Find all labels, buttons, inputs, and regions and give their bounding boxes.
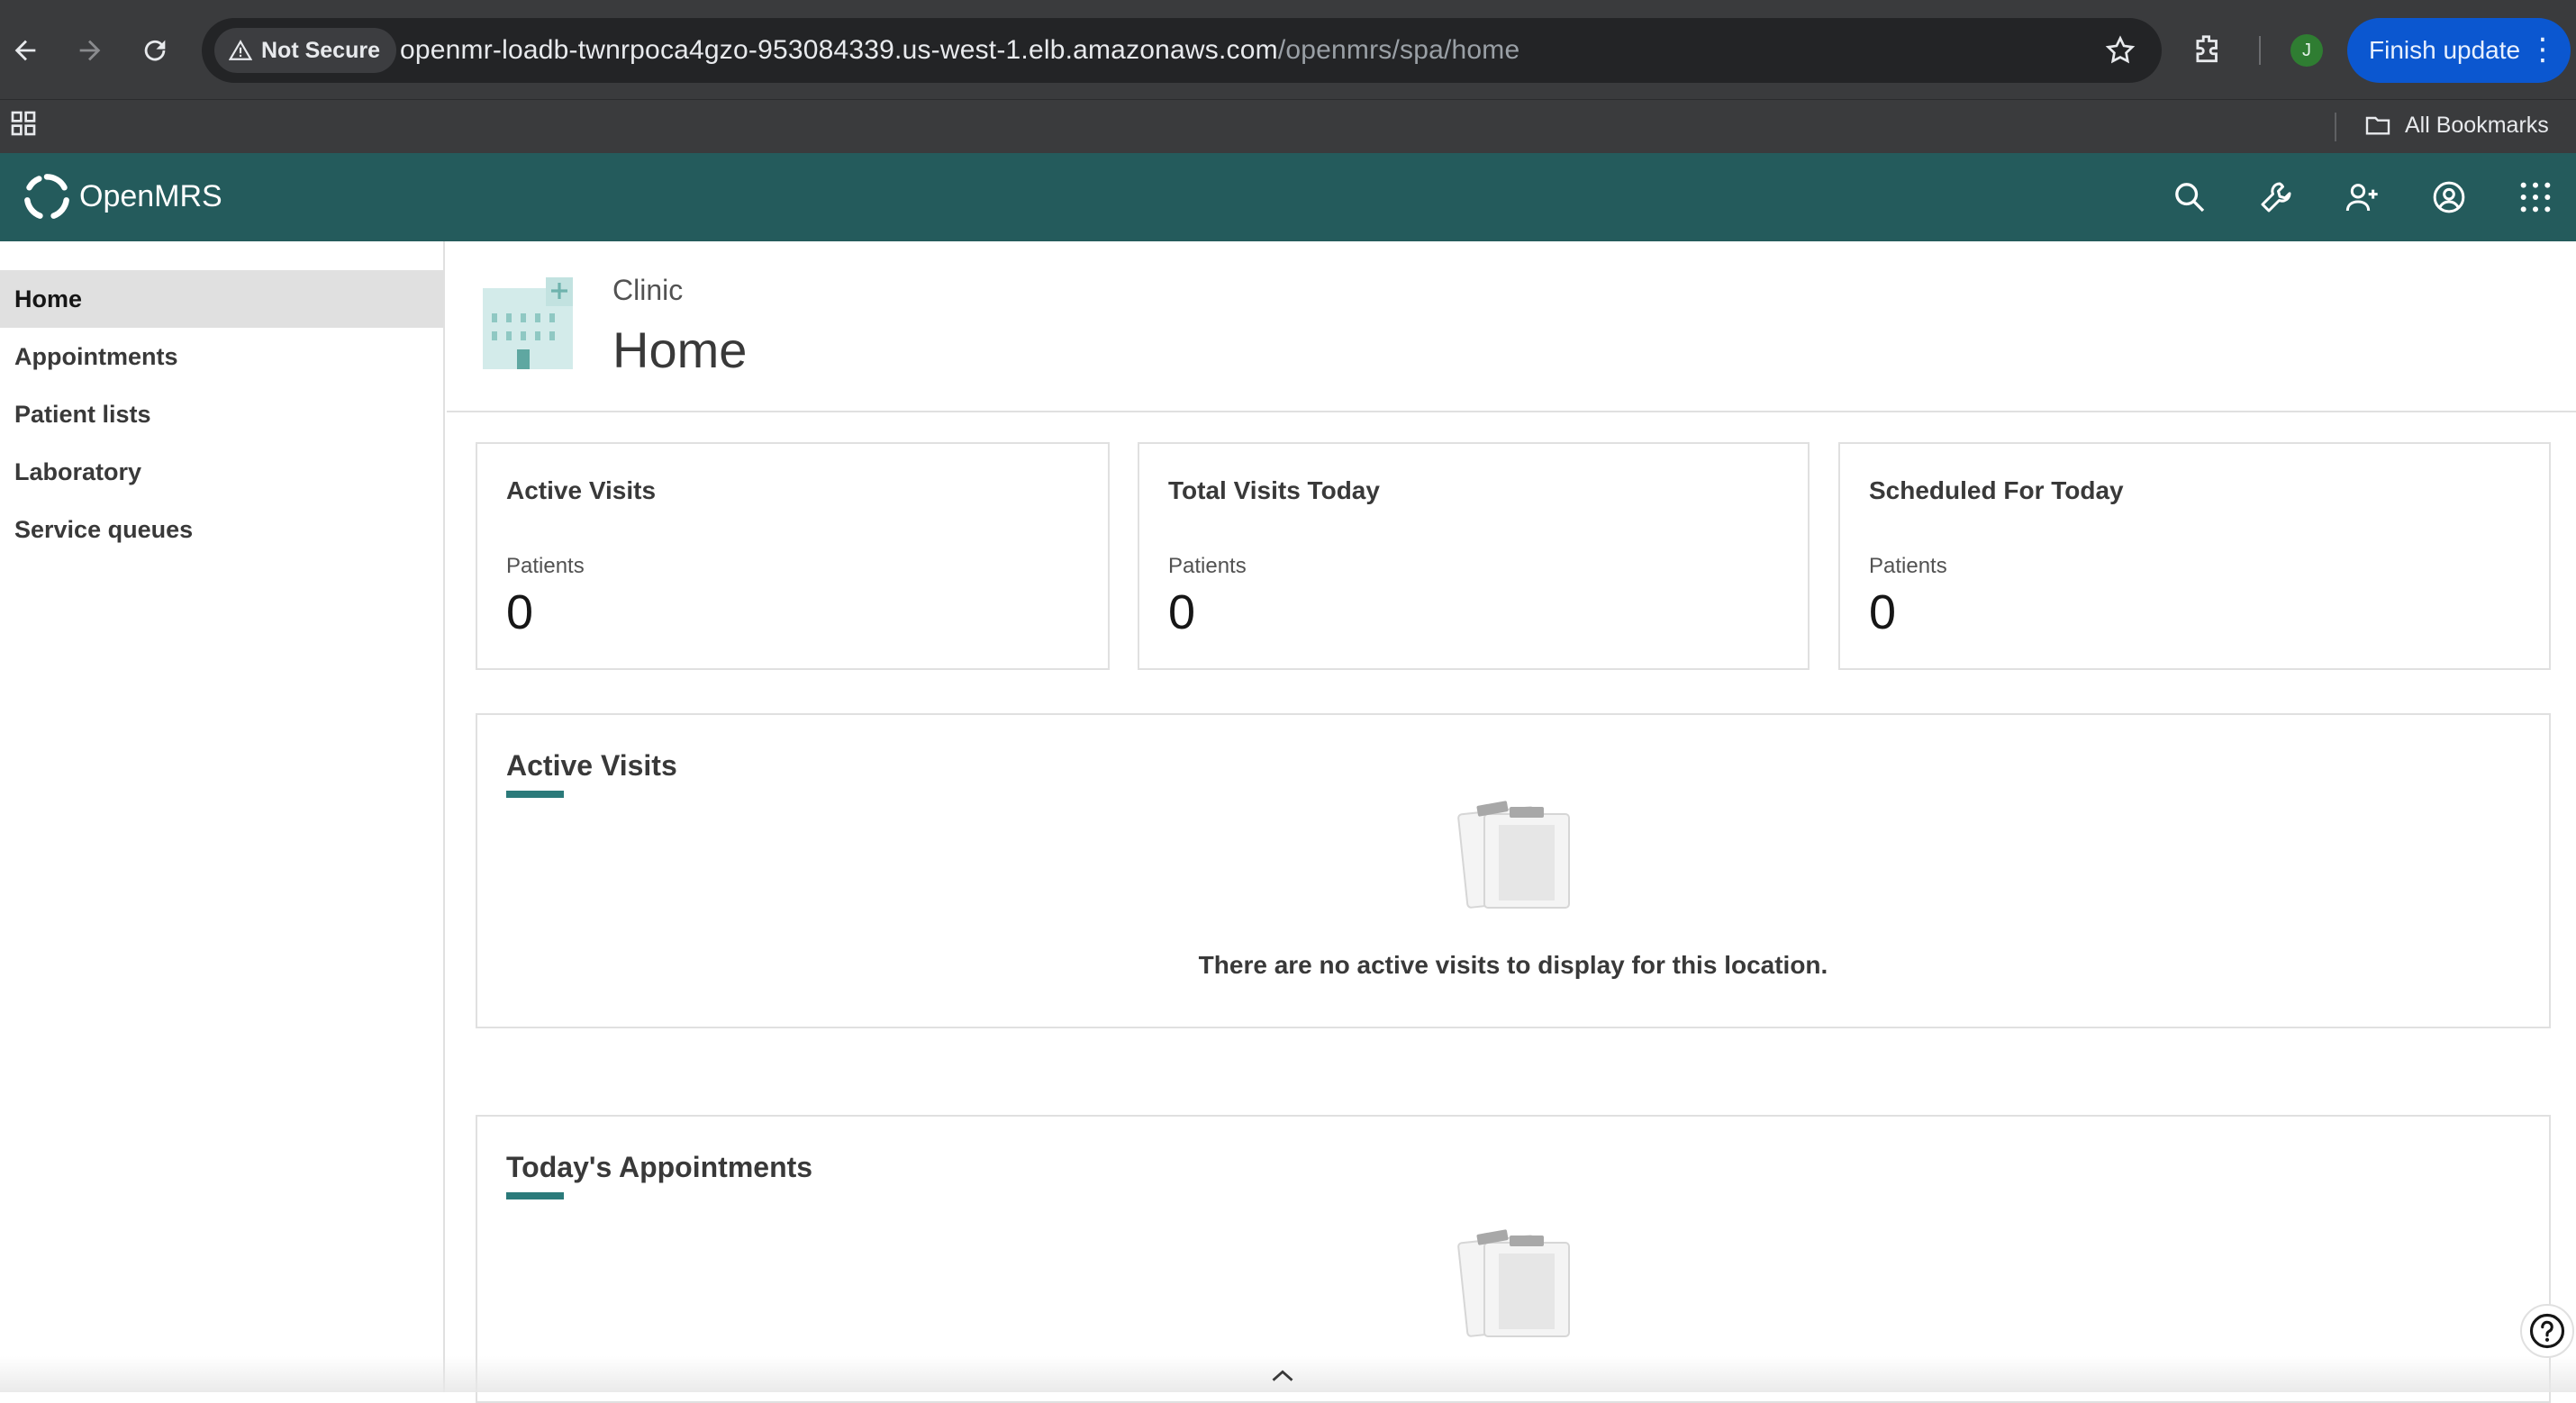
help-button[interactable]	[2520, 1304, 2574, 1358]
page-title: Home	[612, 321, 748, 378]
metric-card-active-visits: Active Visits Patients 0	[476, 442, 1110, 670]
metric-label: Patients	[1168, 554, 1247, 578]
url-text[interactable]: openmr-loadb-twnrpoca4gzo-953084339.us-w…	[400, 35, 1519, 66]
sidebar-item-patient-lists[interactable]: Patient lists	[0, 385, 445, 443]
folder-icon	[2365, 116, 2390, 135]
metric-card-total-visits-today: Total Visits Today Patients 0	[1138, 442, 1810, 670]
brand-name: OpenMRS	[79, 178, 222, 213]
back-button[interactable]	[0, 25, 50, 76]
extensions-icon[interactable]	[2191, 32, 2225, 67]
metric-card-scheduled-for-today: Scheduled For Today Patients 0	[1838, 442, 2551, 670]
toolbar-divider	[2259, 36, 2261, 65]
app-header: OpenMRS	[0, 153, 2576, 241]
panel-title-underline	[506, 1192, 564, 1199]
reload-button[interactable]	[130, 25, 180, 76]
warning-icon	[229, 40, 252, 60]
panel-title: Active Visits	[506, 749, 677, 782]
profile-avatar[interactable]: J	[2290, 34, 2323, 67]
left-nav: Home Appointments Patient lists Laborato…	[0, 241, 445, 1392]
system-admin-button[interactable]	[2252, 173, 2300, 222]
empty-state-message: There are no active visits to display fo…	[1198, 951, 1828, 979]
help-icon	[2529, 1313, 2565, 1349]
openmrs-logo-icon	[24, 174, 69, 219]
chevron-up-icon[interactable]	[1270, 1367, 1295, 1385]
panel-title-underline	[506, 791, 564, 798]
metric-title: Active Visits	[506, 476, 657, 504]
location-name: Clinic	[612, 274, 684, 306]
panel-title: Today's Appointments	[506, 1151, 813, 1183]
finish-update-label: Finish update	[2369, 36, 2521, 64]
user-menu-button[interactable]	[2425, 173, 2473, 222]
metric-label: Patients	[1869, 554, 1947, 578]
security-chip[interactable]: Not Secure	[214, 28, 396, 73]
all-bookmarks-label: All Bookmarks	[2405, 112, 2549, 138]
bookmarks-bar: All Bookmarks	[0, 99, 2576, 153]
sidebar-item-laboratory[interactable]: Laboratory	[0, 443, 445, 501]
search-button[interactable]	[2165, 173, 2214, 222]
add-patient-button[interactable]	[2338, 173, 2387, 222]
active-visits-panel: Active Visits There are no active visits…	[476, 713, 2551, 1028]
app-switcher-button[interactable]	[2511, 173, 2560, 222]
browser-toolbar: Not Secure openmr-loadb-twnrpoca4gzo-953…	[0, 0, 2576, 99]
apps-icon[interactable]	[9, 109, 38, 138]
reload-icon	[144, 40, 166, 61]
metric-value: 0	[506, 585, 534, 639]
empty-clipboard-icon	[1457, 801, 1570, 909]
forward-button[interactable]	[65, 25, 115, 76]
app-switcher-icon	[2520, 182, 2551, 213]
sidebar-item-service-queues[interactable]: Service queues	[0, 501, 445, 558]
kebab-icon[interactable]: ⋮	[2527, 34, 2558, 65]
add-patient-icon	[2345, 184, 2378, 212]
address-bar[interactable]: Not Secure openmr-loadb-twnrpoca4gzo-953…	[202, 18, 2162, 83]
security-label: Not Secure	[261, 37, 380, 63]
finish-update-button[interactable]: Finish update ⋮	[2347, 18, 2571, 83]
metric-value: 0	[1869, 585, 1897, 639]
sidebar-item-home[interactable]: Home	[0, 270, 445, 328]
user-avatar-icon	[2433, 181, 2465, 213]
metric-label: Patients	[506, 554, 585, 578]
all-bookmarks-button[interactable]: All Bookmarks	[2363, 111, 2549, 140]
metric-title: Total Visits Today	[1168, 476, 1380, 504]
metric-title: Scheduled For Today	[1869, 476, 2124, 504]
search-icon	[2175, 183, 2205, 213]
wrench-icon	[2261, 182, 2291, 213]
bookmarks-divider	[2335, 113, 2336, 141]
star-icon[interactable]	[2104, 34, 2136, 67]
sidebar-item-appointments[interactable]: Appointments	[0, 328, 445, 385]
openmrs-logo[interactable]: OpenMRS	[23, 173, 222, 220]
forward-icon	[79, 40, 101, 61]
metric-value: 0	[1168, 585, 1196, 639]
clinic-building-icon	[483, 277, 573, 369]
url-host: openmr-loadb-twnrpoca4gzo-953084339.us-w…	[400, 35, 1278, 65]
empty-clipboard-icon	[1457, 1229, 1570, 1337]
back-icon	[14, 40, 36, 61]
page-banner: Clinic Home	[447, 241, 2576, 412]
url-path: /openmrs/spa/home	[1277, 35, 1520, 65]
